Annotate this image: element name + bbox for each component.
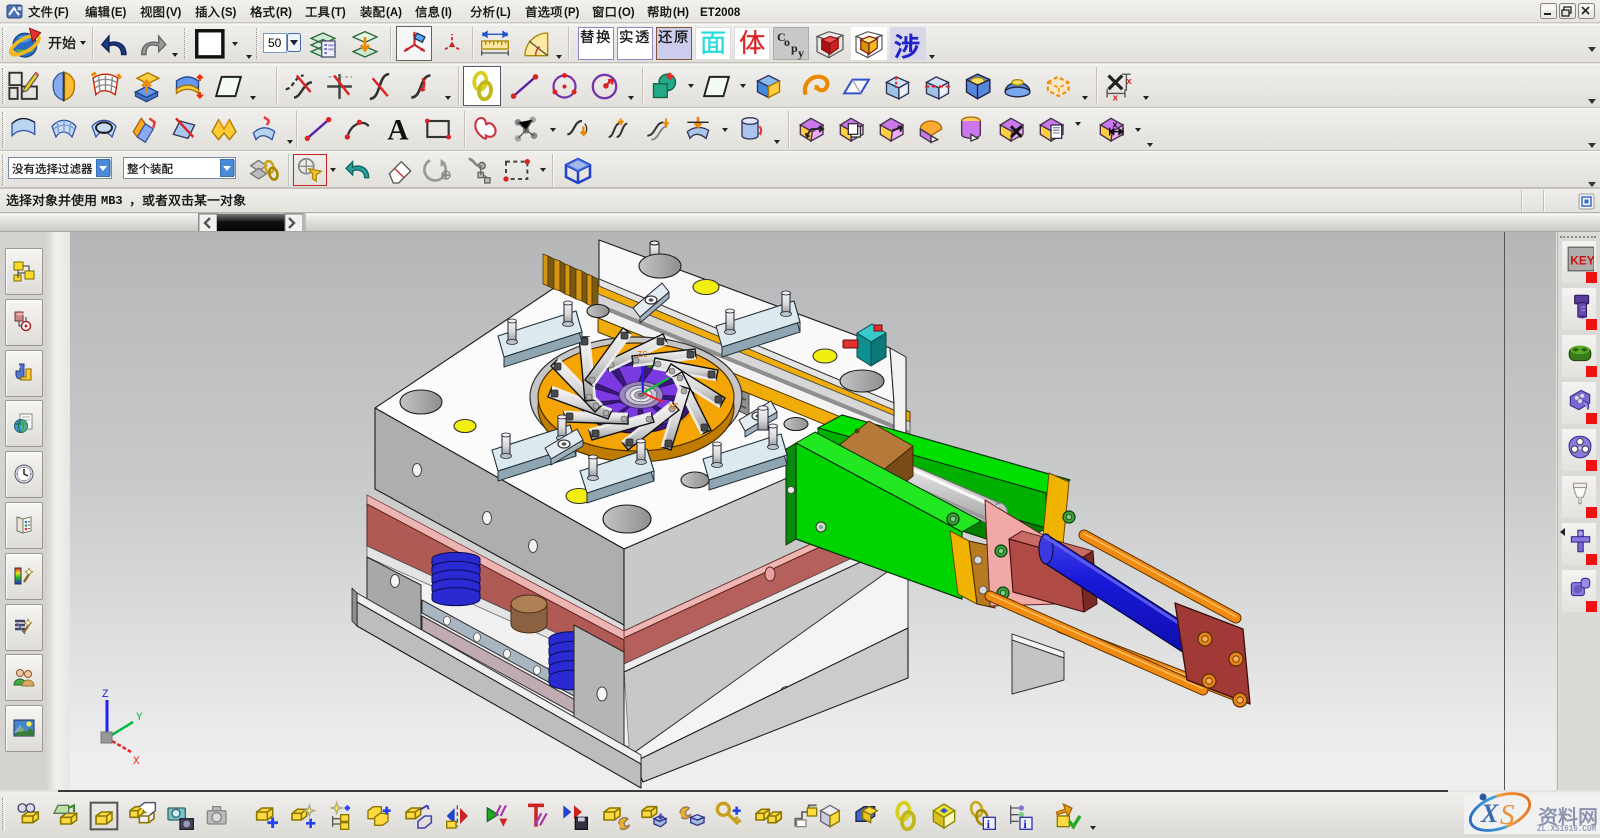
svg-text:X: X	[1480, 799, 1499, 828]
svg-text:x: x	[1126, 76, 1132, 87]
svg-text:S: S	[1500, 799, 1515, 831]
svg-text:x: x	[1113, 92, 1119, 103]
svg-text:Y: Y	[136, 712, 143, 724]
svg-text:Z: Z	[102, 689, 109, 701]
svg-text:X: X	[133, 756, 140, 768]
svg-text:A: A	[387, 115, 408, 145]
svg-text:XC: XC	[668, 402, 679, 412]
svg-text:o: o	[784, 35, 790, 49]
svg-text:x: x	[1112, 120, 1118, 130]
svg-text:ZC: ZC	[637, 350, 648, 360]
svg-text:p: p	[791, 41, 798, 55]
svg-text:y: y	[798, 46, 804, 60]
svg-text:ZL.XS1616.COM: ZL.XS1616.COM	[1537, 823, 1596, 834]
